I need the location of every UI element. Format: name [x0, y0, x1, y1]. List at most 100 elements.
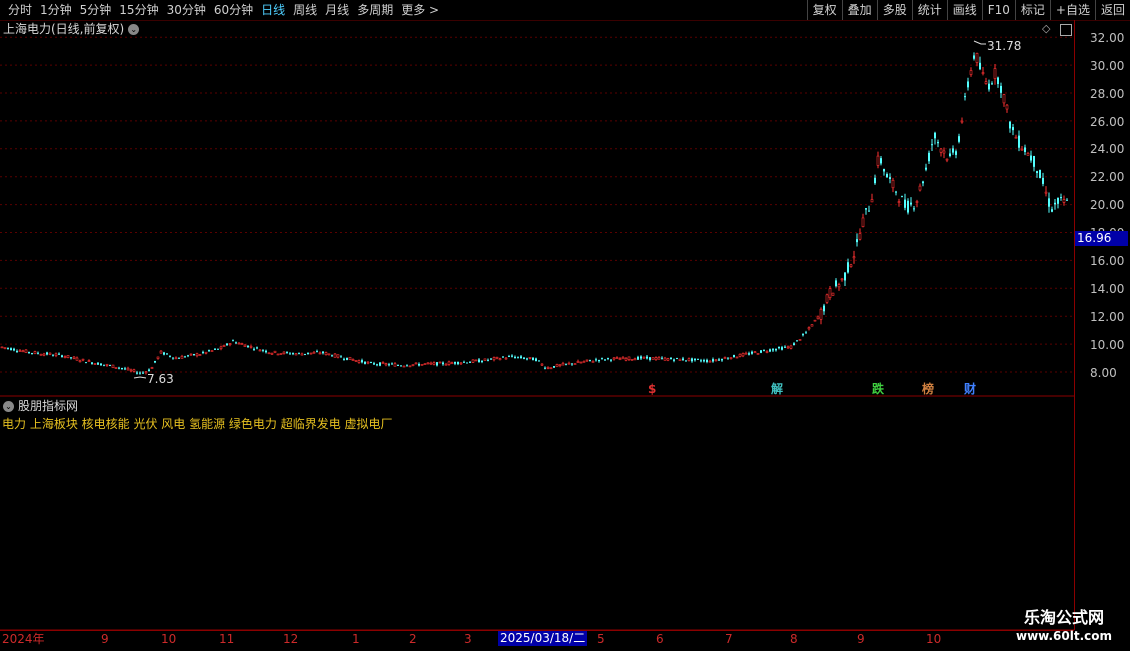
candle-body — [247, 345, 249, 348]
candle-body — [760, 350, 762, 353]
candle-body — [880, 158, 882, 164]
candle-body — [502, 356, 504, 358]
candle-body — [657, 357, 661, 360]
candle-body — [937, 141, 939, 144]
event-marker-ranking[interactable]: 榜 — [922, 382, 934, 396]
candle-body — [886, 174, 888, 178]
date-axis: 2024年 9 10 11 12 1 2 3 5 6 7 8 9 10 2025… — [0, 630, 1074, 651]
candle-body — [249, 346, 253, 348]
candle-body — [721, 358, 723, 361]
event-marker-finance[interactable]: 财 — [964, 382, 976, 396]
chevron-down-icon[interactable]: ⌄ — [3, 400, 14, 412]
chart-title-bar: 上海电力(日线,前复权) ⌄ — [3, 21, 140, 37]
period-tab-monthly[interactable]: 月线 — [321, 0, 353, 20]
event-marker-dividend[interactable]: $ — [648, 382, 656, 396]
candle-body — [243, 344, 247, 348]
period-tab-15min[interactable]: 15分钟 — [115, 0, 162, 20]
candle-body — [852, 256, 856, 259]
draw-line-button[interactable]: 画线 — [946, 0, 982, 20]
indicator-title[interactable]: 股朋指标网 — [18, 398, 78, 414]
period-tab-daily[interactable]: 日线 — [257, 0, 289, 20]
candle-body — [66, 355, 70, 358]
candle-body — [934, 132, 936, 139]
candle-body — [1030, 155, 1032, 161]
candle-body — [813, 319, 817, 322]
event-marker-unlock[interactable]: 解 — [771, 382, 783, 396]
candle-body — [928, 152, 930, 162]
candle-body — [718, 359, 720, 361]
candle-body — [237, 342, 241, 345]
back-button[interactable]: 返回 — [1094, 0, 1130, 20]
price-tick: 14.00 — [1090, 282, 1125, 296]
period-tab-1min[interactable]: 1分钟 — [36, 0, 76, 20]
candle-body — [400, 365, 402, 367]
candle-body — [97, 362, 99, 365]
candle-body — [670, 357, 672, 360]
candle-body — [42, 353, 46, 356]
candle-body — [31, 353, 33, 355]
candle-body — [733, 354, 735, 358]
candle-body — [324, 352, 328, 355]
candle-body — [54, 353, 58, 356]
candle-body — [16, 350, 18, 352]
candle-body — [528, 357, 532, 359]
candle-body — [87, 360, 91, 362]
candle-body — [703, 360, 705, 362]
mark-button[interactable]: 标记 — [1014, 0, 1050, 20]
diamond-icon[interactable]: ◇ — [1042, 23, 1050, 35]
candle-body — [1051, 209, 1053, 212]
period-tab-more[interactable]: 更多 > — [397, 0, 443, 20]
candle-body — [571, 363, 573, 365]
candle-body — [214, 348, 216, 350]
period-tab-weekly[interactable]: 周线 — [289, 0, 321, 20]
candle-body — [828, 288, 832, 298]
candle-body — [429, 362, 433, 365]
period-tab-5min[interactable]: 5分钟 — [76, 0, 116, 20]
event-marker-drop[interactable]: 跌 — [872, 382, 884, 396]
candle-body — [840, 278, 844, 281]
window-toggle-icon[interactable] — [1060, 24, 1072, 36]
candle-body — [682, 358, 684, 361]
candle-body — [294, 353, 298, 356]
candle-body — [615, 357, 619, 359]
period-tab-60min[interactable]: 60分钟 — [210, 0, 257, 20]
candle-body — [111, 364, 115, 369]
candle-body — [454, 361, 456, 364]
candle-body — [174, 357, 178, 360]
candle-body — [576, 360, 580, 363]
statistics-button[interactable]: 统计 — [911, 0, 947, 20]
candle-body — [1026, 153, 1030, 156]
candle-body — [753, 351, 757, 354]
candle-body — [991, 83, 993, 85]
candle-body — [232, 340, 234, 342]
f10-button[interactable]: F10 — [981, 0, 1015, 20]
candle-body — [918, 185, 922, 191]
candle-body — [150, 367, 154, 369]
candle-body — [58, 353, 60, 355]
period-tab-30min[interactable]: 30分钟 — [163, 0, 210, 20]
candlestick-chart[interactable]: 31.78 7.63 — [0, 20, 1074, 630]
adjust-button[interactable]: 复权 — [806, 0, 842, 20]
period-tab-intraday[interactable]: 分时 — [4, 0, 36, 20]
candle-body — [621, 356, 625, 360]
overlay-button[interactable]: 叠加 — [841, 0, 877, 20]
candle-body — [883, 168, 885, 172]
candle-body — [46, 352, 48, 355]
candle-body — [142, 372, 144, 374]
multi-stock-button[interactable]: 多股 — [876, 0, 912, 20]
period-tab-multi[interactable]: 多周期 — [353, 0, 397, 20]
candle-body — [351, 359, 355, 361]
chevron-down-icon[interactable]: ⌄ — [128, 23, 140, 35]
candle-body — [235, 342, 237, 344]
candle-body — [187, 355, 189, 357]
indicator-panel-header: ⌄ 股朋指标网 — [3, 398, 78, 414]
candle-body — [687, 358, 691, 361]
stock-title: 上海电力(日线,前复权) — [3, 22, 125, 36]
candle-body — [436, 362, 438, 366]
candle-body — [673, 359, 675, 361]
add-watchlist-button[interactable]: +自选 — [1049, 0, 1095, 20]
date-label: 10 — [161, 632, 177, 646]
candle-body — [129, 369, 133, 372]
candle-body — [286, 351, 288, 353]
candle-body — [126, 367, 130, 371]
